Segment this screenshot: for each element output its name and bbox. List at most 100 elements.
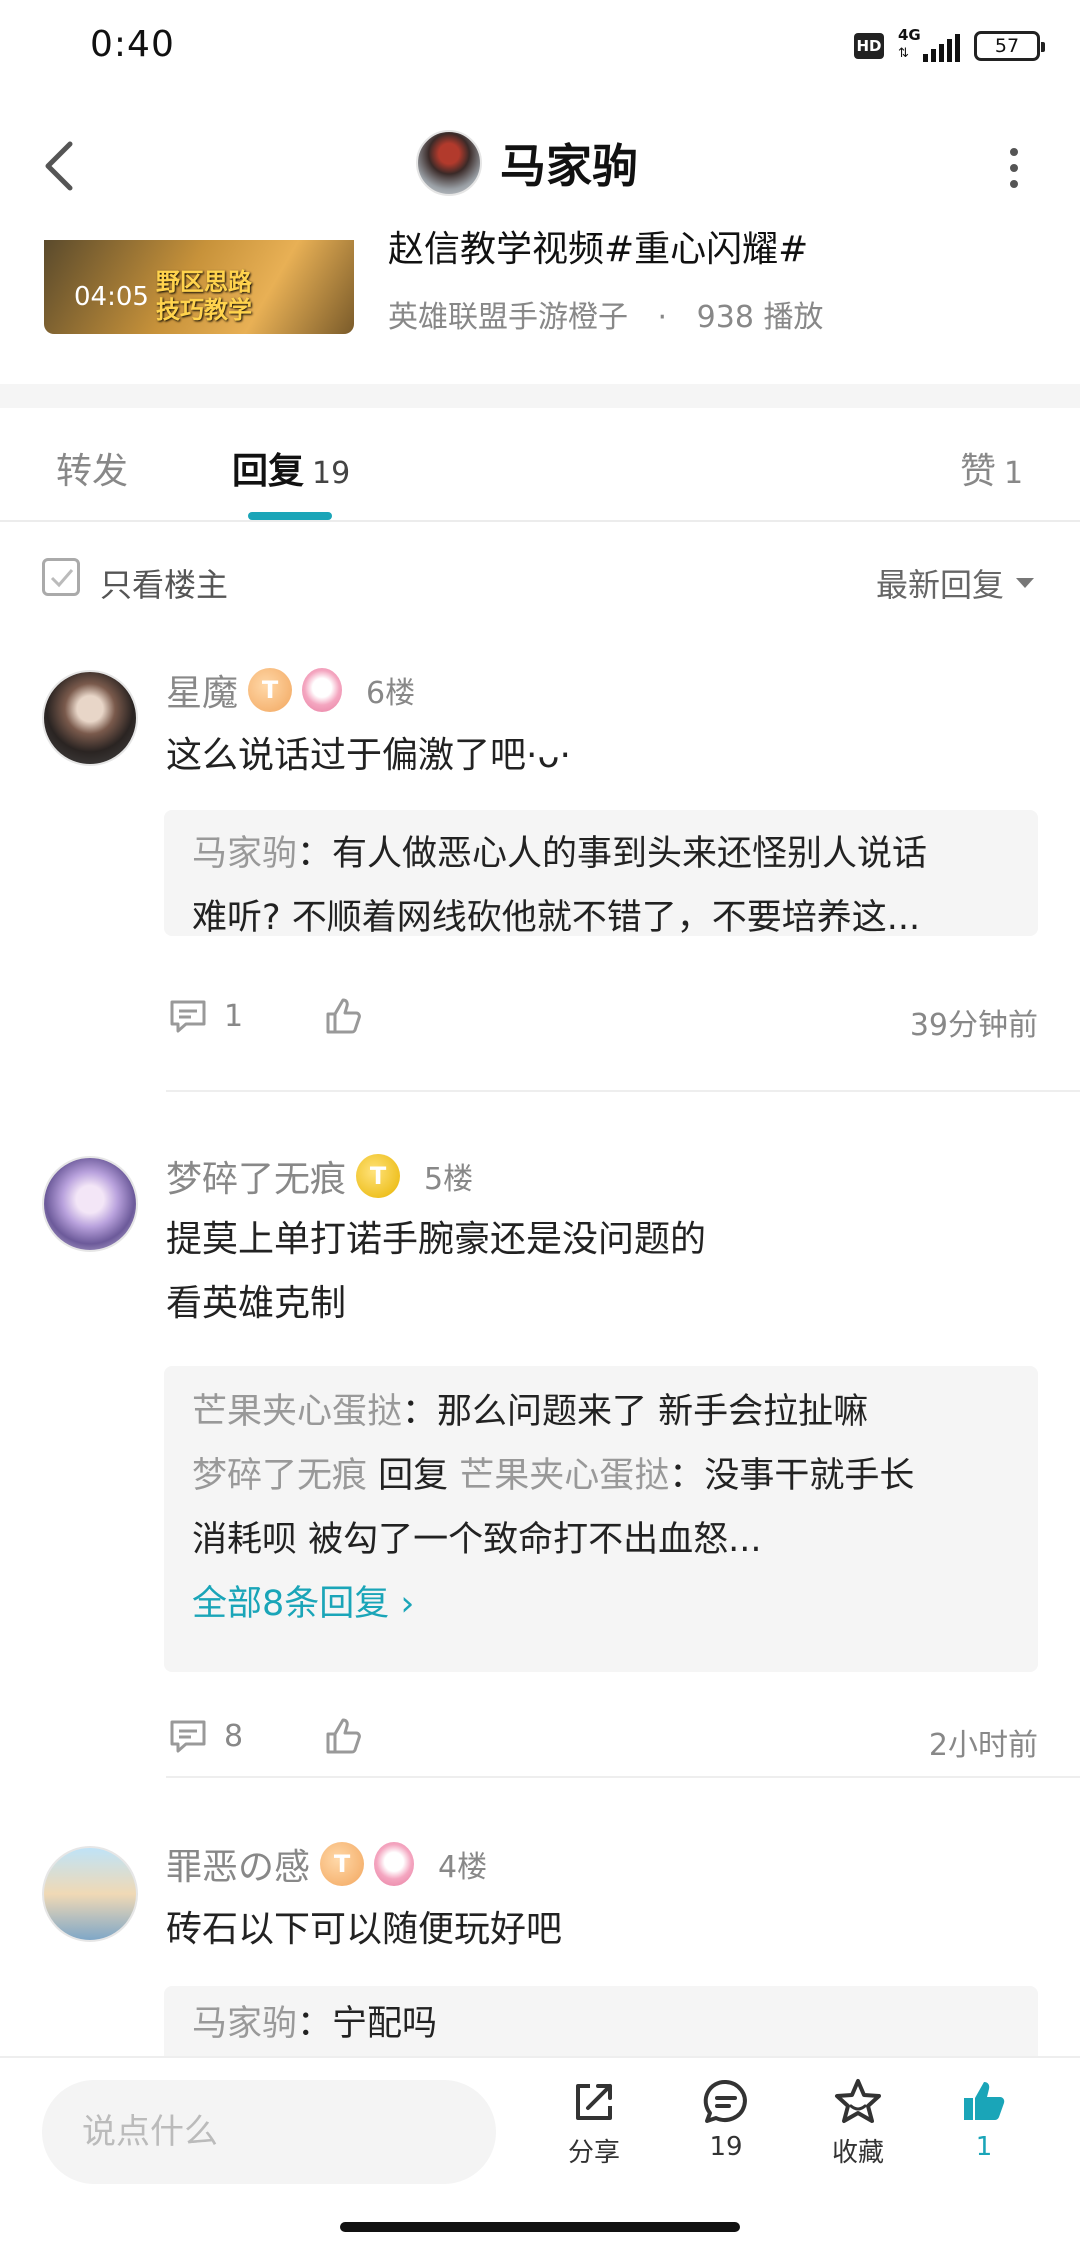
reply-sep: ： <box>402 1392 438 1432</box>
reply-preview[interactable]: 马家驹：宁配吗 <box>164 1986 1038 2056</box>
home-indicator[interactable] <box>340 2222 740 2232</box>
comment-icon <box>170 1720 206 1753</box>
reply-username[interactable]: 梦碎了无痕 <box>192 1456 367 1496</box>
reply-username[interactable]: 马家驹 <box>192 2004 297 2044</box>
like-button[interactable] <box>322 1714 366 1758</box>
comment-time: 39分钟前 <box>909 1008 1038 1043</box>
thumbs-up-filled-icon <box>964 2082 1005 2120</box>
data-arrows-icon: ⇅ <box>898 46 909 61</box>
username[interactable]: 星魔 <box>166 664 238 716</box>
reply-button[interactable]: 8 <box>166 1714 243 1758</box>
collect-button[interactable]: 收藏 <box>808 2076 908 2169</box>
reply-text: 没事干就手长 <box>704 1456 915 1496</box>
star-icon <box>835 2079 881 2123</box>
avatar[interactable] <box>42 1156 138 1252</box>
battery-icon: 57 <box>974 31 1045 61</box>
reply-sep: ： <box>669 1456 705 1496</box>
avatar[interactable] <box>42 1846 138 1942</box>
username[interactable]: 梦碎了无痕 <box>166 1150 346 1202</box>
reply-sep: ： <box>297 2004 333 2044</box>
header-user[interactable]: 马家驹 <box>416 130 638 196</box>
floor-number: 5楼 <box>424 1162 474 1197</box>
comment-line: 看英雄克制 <box>166 1283 347 1324</box>
comment-item: 梦碎了无痕 T 5楼 提莫上单打诺手腕豪还是没问题的 看英雄克制 芒果夹心蛋挞：… <box>0 1094 1080 1778</box>
comment-text: 这么说话过于偏激了吧·ᴗ· <box>166 735 571 776</box>
status-time: 0:40 <box>90 24 175 65</box>
like-post-button[interactable]: 1 <box>934 2076 1034 2162</box>
tab-likes[interactable]: 赞1 <box>960 442 1023 494</box>
meta-separator: · <box>657 300 668 335</box>
thumbs-up-icon <box>326 1718 361 1754</box>
only-op-label[interactable]: 只看楼主 <box>100 560 228 606</box>
video-author[interactable]: 英雄联盟手游橙子 <box>388 300 628 335</box>
signal-bars-icon <box>923 34 960 62</box>
page-title: 马家驹 <box>500 139 638 193</box>
reply-count: 1 <box>224 998 244 1034</box>
tab-label: 转发 <box>56 451 129 492</box>
level-badge-icon: T <box>356 1154 401 1198</box>
reply-line: 难听? 不顺着网线砍他就不错了，不要培养这... <box>192 898 921 938</box>
collect-label: 收藏 <box>831 2138 884 2168</box>
reply-text: 那么问题来了 新手会拉扯嘛 <box>437 1392 869 1432</box>
status-icons: HD 4G ⇅ 57 <box>854 26 1045 64</box>
comment-actions: 1 39分钟前 <box>166 994 1038 1054</box>
tab-forward[interactable]: 转发 <box>56 442 128 494</box>
only-op-checkbox[interactable] <box>42 558 80 596</box>
share-label: 分享 <box>567 2138 620 2168</box>
tab-count: 1 <box>1004 456 1024 491</box>
like-button[interactable] <box>322 994 366 1038</box>
caret-down-icon <box>1016 578 1034 588</box>
tab-bar: 转发 回复 19 赞1 <box>0 408 1080 522</box>
tab-label: 赞 <box>960 451 997 492</box>
filter-row: 只看楼主 最新回复 <box>0 522 1080 634</box>
signal-icon: 4G ⇅ <box>898 26 960 64</box>
reply-preview[interactable]: 马家驹：有人做恶心人的事到头来还怪别人说话 难听? 不顺着网线砍他就不错了，不要… <box>164 810 1038 938</box>
comment-actions: 8 2小时前 <box>166 1714 1038 1774</box>
username[interactable]: 罪恶の感 <box>166 1838 310 1890</box>
sort-dropdown[interactable]: 最新回复 <box>876 560 1034 606</box>
video-title[interactable]: 赵信教学视频#重心闪耀# <box>388 220 808 272</box>
page: 0:40 HD 4G ⇅ 57 马家驹 04:05 野区思路 技巧教学 赵信教学… <box>0 0 1080 2248</box>
avatar[interactable] <box>42 670 138 766</box>
hd-icon: HD <box>854 33 884 59</box>
tab-replies[interactable]: 回复 19 <box>232 442 350 494</box>
comment-line: 提莫上单打诺手腕豪还是没问题的 <box>166 1219 707 1260</box>
reply-mid: 回复 <box>367 1456 460 1496</box>
video-plays: 938 播放 <box>696 300 824 335</box>
reply-text: 有人做恶心人的事到头来还怪别人说话 <box>332 834 928 874</box>
more-options-icon[interactable] <box>1008 148 1020 188</box>
thumbnail-caption: 野区思路 技巧教学 <box>156 268 252 324</box>
bottom-action-bar: 说点什么 分享 19 收藏 1 <box>0 2056 1080 2206</box>
reply-button[interactable]: 1 <box>166 994 243 1038</box>
app-header: 马家驹 <box>0 96 1080 240</box>
video-card[interactable]: 04:05 野区思路 技巧教学 赵信教学视频#重心闪耀# 英雄联盟手游橙子 · … <box>0 229 1080 384</box>
comment-item: 星魔 T 6楼 这么说话过于偏激了吧·ᴗ· 马家驹：有人做恶心人的事到头来还怪别… <box>0 634 1080 1094</box>
floor-number: 6楼 <box>366 676 416 711</box>
reply-line: 马家驹：有人做恶心人的事到头来还怪别人说话 <box>192 822 1010 886</box>
back-button[interactable] <box>40 136 80 196</box>
share-icon <box>576 2084 612 2120</box>
thumbs-up-icon <box>326 998 361 1034</box>
comments-button[interactable]: 19 <box>676 2076 776 2162</box>
reply-username[interactable]: 芒果夹心蛋挞 <box>192 1392 402 1432</box>
share-button[interactable]: 分享 <box>544 2076 644 2169</box>
network-type: 4G <box>898 26 921 44</box>
comment-text: 砖石以下可以随便玩好吧 <box>166 1909 563 1950</box>
avatar[interactable] <box>416 130 482 196</box>
reply-preview[interactable]: 芒果夹心蛋挞：那么问题来了 新手会拉扯嘛 梦碎了无痕 回复 芒果夹心蛋挞：没事干… <box>164 1366 1038 1672</box>
all-replies-link[interactable]: 全部8条回复 › <box>192 1572 1010 1636</box>
comment-input[interactable]: 说点什么 <box>42 2080 496 2184</box>
reply-line: 消耗呗 被勾了一个致命打不出血怒... <box>192 1520 762 1560</box>
status-bar: 0:40 HD 4G ⇅ 57 <box>0 0 1080 96</box>
section-divider <box>0 384 1080 408</box>
video-duration: 04:05 <box>74 282 149 312</box>
check-icon <box>50 569 74 588</box>
video-thumbnail[interactable]: 04:05 野区思路 技巧教学 <box>44 240 354 334</box>
reply-target-username[interactable]: 芒果夹心蛋挞 <box>459 1456 669 1496</box>
level-badge-icon: T <box>248 668 293 712</box>
comment-time: 2小时前 <box>928 1728 1038 1763</box>
divider <box>166 1090 1080 1092</box>
reply-username[interactable]: 马家驹 <box>192 834 297 874</box>
reply-line: 梦碎了无痕 回复 芒果夹心蛋挞：没事干就手长 <box>192 1444 1010 1508</box>
comment-item: 罪恶の感 T 4楼 砖石以下可以随便玩好吧 马家驹：宁配吗 <box>0 1774 1080 2056</box>
